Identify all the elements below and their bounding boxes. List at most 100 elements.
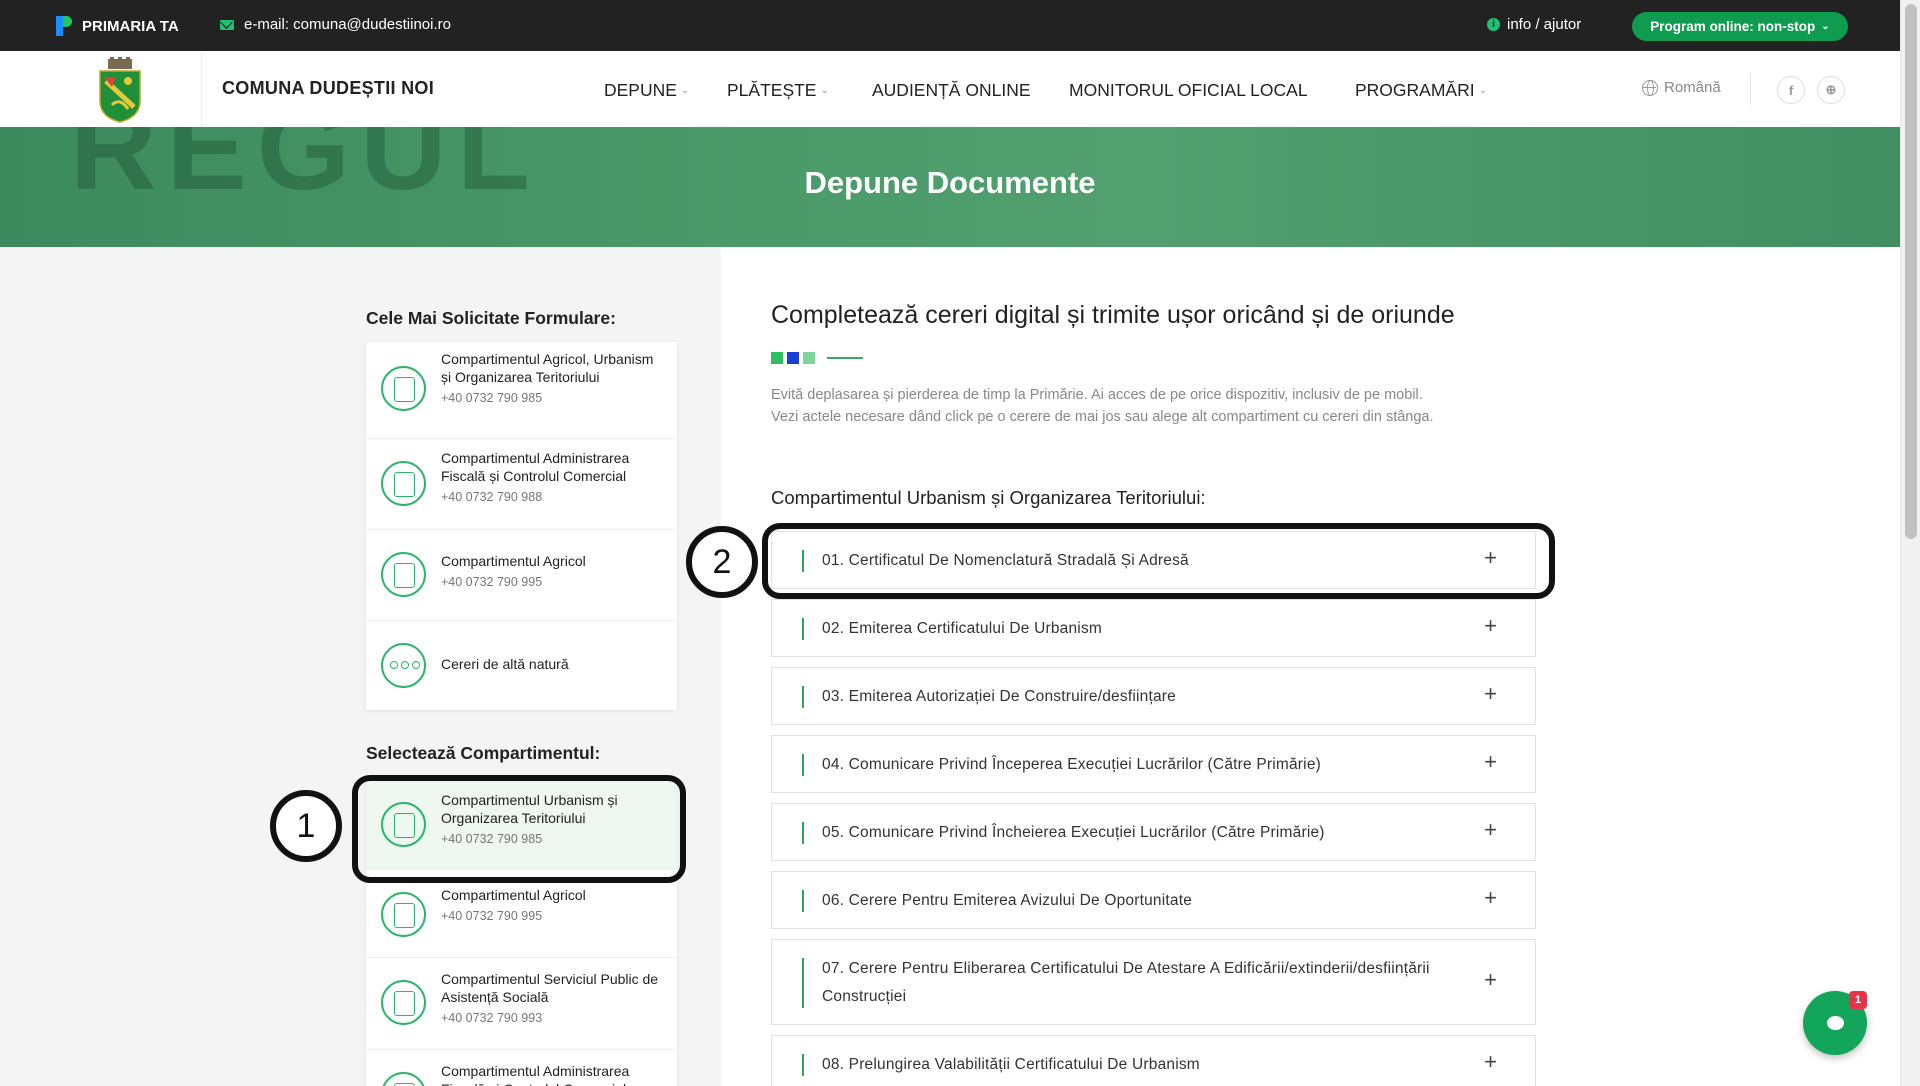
popular-item-agricol-urbanism[interactable]: Compartimentul Agricol, Urbanism și Orga… xyxy=(366,342,677,439)
more-dots-icon xyxy=(381,643,426,688)
handshake-icon xyxy=(381,980,426,1025)
nav-label: AUDIENȚĂ ONLINE xyxy=(872,80,1031,100)
callout-number-2: 2 xyxy=(686,526,758,598)
plus-icon: + xyxy=(1484,885,1497,910)
department-item-agricol[interactable]: Compartimentul Agricol +40 0732 790 995 xyxy=(366,870,677,958)
callout-box-2 xyxy=(762,523,1555,599)
primaria-ta-logo-icon xyxy=(54,16,74,36)
request-accordion-08[interactable]: 08. Prelungirea Valabilității Certificat… xyxy=(771,1035,1536,1086)
title-decoration xyxy=(771,352,863,364)
nav-label: DEPUNE xyxy=(604,80,677,100)
info-label: info / ajutor xyxy=(1507,16,1582,33)
page-scrollbar[interactable] xyxy=(1900,0,1920,1086)
chevron-down-icon: ⌄ xyxy=(1478,85,1487,96)
item-phone: +40 0732 790 988 xyxy=(441,490,543,504)
plus-icon: + xyxy=(1484,613,1497,638)
nav-label: PROGRAMĂRI xyxy=(1355,80,1475,100)
coat-of-arms-icon xyxy=(99,57,141,123)
language-label: Română xyxy=(1664,79,1721,96)
accordion-label: 04. Comunicare Privind Începerea Execuți… xyxy=(822,756,1321,773)
nav-monitorul-oficial[interactable]: MONITORUL OFICIAL LOCAL xyxy=(1069,80,1308,101)
language-selector[interactable]: Română xyxy=(1642,79,1721,96)
main-title: Completează cereri digital și trimite uș… xyxy=(771,301,1455,329)
accordion-label: 05. Comunicare Privind Încheierea Execuț… xyxy=(822,824,1325,841)
primaria-ta-brand[interactable]: PRIMARIA TA xyxy=(54,16,179,36)
accordion-bar xyxy=(802,958,804,1008)
request-accordion-05[interactable]: 05. Comunicare Privind Încheierea Execuț… xyxy=(771,803,1536,861)
item-phone: +40 0732 790 985 xyxy=(441,391,543,405)
item-phone: +40 0732 790 995 xyxy=(441,909,543,923)
info-icon: i xyxy=(1487,18,1500,31)
site-name[interactable]: COMUNA DUDEȘTII NOI xyxy=(222,78,434,99)
page-title: Depune Documente xyxy=(804,165,1096,200)
nav-audienta-online[interactable]: AUDIENȚĂ ONLINE xyxy=(872,80,1031,101)
popular-item-fiscala[interactable]: Compartimentul Administrarea Fiscală și … xyxy=(366,439,677,530)
program-label: Program online: non-stop xyxy=(1650,19,1816,34)
request-accordion-06[interactable]: 06. Cerere Pentru Emiterea Avizului De O… xyxy=(771,871,1536,929)
request-accordion-04[interactable]: 04. Comunicare Privind Începerea Execuți… xyxy=(771,735,1536,793)
crest-container[interactable] xyxy=(38,51,202,127)
popular-forms-title: Cele Mai Solicitate Formulare: xyxy=(366,308,616,328)
request-accordion-02[interactable]: 02. Emiterea Certificatului De Urbanism … xyxy=(771,599,1536,657)
accordion-bar xyxy=(802,686,804,708)
department-item-fiscala[interactable]: Compartimentul Administrarea Fiscală și … xyxy=(366,1050,677,1086)
callout-box-1 xyxy=(352,775,686,883)
accordion-bar xyxy=(802,822,804,844)
farm-icon xyxy=(381,552,426,597)
accordion-bar xyxy=(802,618,804,640)
item-name: Compartimentul Agricol, Urbanism și Orga… xyxy=(441,351,654,385)
website-icon[interactable]: ⊕ xyxy=(1817,76,1845,104)
header-divider xyxy=(1750,73,1751,105)
item-name: Cereri de altă natură xyxy=(441,656,569,672)
tax-document-icon xyxy=(381,461,426,506)
request-accordion-03[interactable]: 03. Emiterea Autorizației De Construire/… xyxy=(771,667,1536,725)
item-name: Compartimentul Agricol xyxy=(441,553,586,569)
chevron-down-icon: ⌄ xyxy=(680,85,690,96)
chat-notification-badge: 1 xyxy=(1849,991,1867,1009)
plus-icon: + xyxy=(1484,749,1497,774)
item-name: Compartimentul Agricol xyxy=(441,887,586,903)
email-link[interactable]: e-mail: comuna@dudestiinoi.ro xyxy=(220,16,451,33)
select-department-title: Selectează Compartimentul: xyxy=(366,743,601,763)
department-item-asistenta-sociala[interactable]: Compartimentul Serviciul Public de Asist… xyxy=(366,958,677,1050)
info-help-link[interactable]: i info / ajutor xyxy=(1487,16,1581,33)
popular-item-alta-natura[interactable]: Cereri de altă natură xyxy=(366,621,677,710)
request-accordion-07[interactable]: 07. Cerere Pentru Eliberarea Certificatu… xyxy=(771,939,1536,1025)
item-name: Compartimentul Administrarea Fiscală și … xyxy=(441,450,630,484)
main-description: Evită deplasarea și pierderea de timp la… xyxy=(771,384,1551,428)
globe-icon xyxy=(1642,79,1658,96)
accordion-bar xyxy=(802,890,804,912)
description-line-1: Evită deplasarea și pierderea de timp la… xyxy=(771,387,1423,403)
top-bar: PRIMARIA TA e-mail: comuna@dudestiinoi.r… xyxy=(0,0,1900,51)
chevron-down-icon: ⌄ xyxy=(820,85,829,96)
chat-bubble-icon xyxy=(1827,1016,1844,1030)
plus-icon: + xyxy=(1484,817,1497,842)
item-name: Compartimentul Administrarea Fiscală și … xyxy=(441,1063,638,1086)
scrollbar-thumb[interactable] xyxy=(1905,4,1917,539)
nav-depune[interactable]: DEPUNE ⌄ xyxy=(604,80,689,101)
brand-label: PRIMARIA TA xyxy=(82,17,179,35)
farm-icon xyxy=(381,892,426,937)
popular-item-agricol[interactable]: Compartimentul Agricol +40 0732 790 995 xyxy=(366,530,677,621)
city-icon xyxy=(381,366,426,411)
plus-icon: + xyxy=(1484,1049,1497,1074)
mail-icon xyxy=(220,19,234,30)
callout-number-1: 1 xyxy=(270,790,342,862)
accordion-label: 07. Cerere Pentru Eliberarea Certificatu… xyxy=(822,960,1430,1005)
nav-label: PLĂTEȘTE xyxy=(727,80,817,100)
program-online-button[interactable]: Program online: non-stop ⌄ xyxy=(1632,12,1848,41)
plus-icon: + xyxy=(1484,681,1497,706)
chevron-down-icon: ⌄ xyxy=(1821,21,1830,32)
tax-document-icon xyxy=(381,1072,426,1086)
nav-label: MONITORUL OFICIAL LOCAL xyxy=(1069,80,1308,100)
section-title: Compartimentul Urbanism și Organizarea T… xyxy=(771,487,1206,508)
email-label: e-mail: comuna@dudestiinoi.ro xyxy=(244,16,451,33)
popular-forms-list: Compartimentul Agricol, Urbanism și Orga… xyxy=(366,342,677,710)
nav-plateste[interactable]: PLĂTEȘTE ⌄ xyxy=(727,80,829,101)
accordion-label: 03. Emiterea Autorizației De Construire/… xyxy=(822,688,1176,705)
facebook-icon[interactable]: f xyxy=(1777,76,1805,104)
nav-programari[interactable]: PROGRAMĂRI ⌄ xyxy=(1355,80,1487,101)
main-header: COMUNA DUDEȘTII NOI DEPUNE ⌄ PLĂTEȘTE ⌄ … xyxy=(0,51,1900,127)
item-name: Compartimentul Serviciul Public de Asist… xyxy=(441,971,659,1005)
accordion-bar xyxy=(802,1054,804,1076)
